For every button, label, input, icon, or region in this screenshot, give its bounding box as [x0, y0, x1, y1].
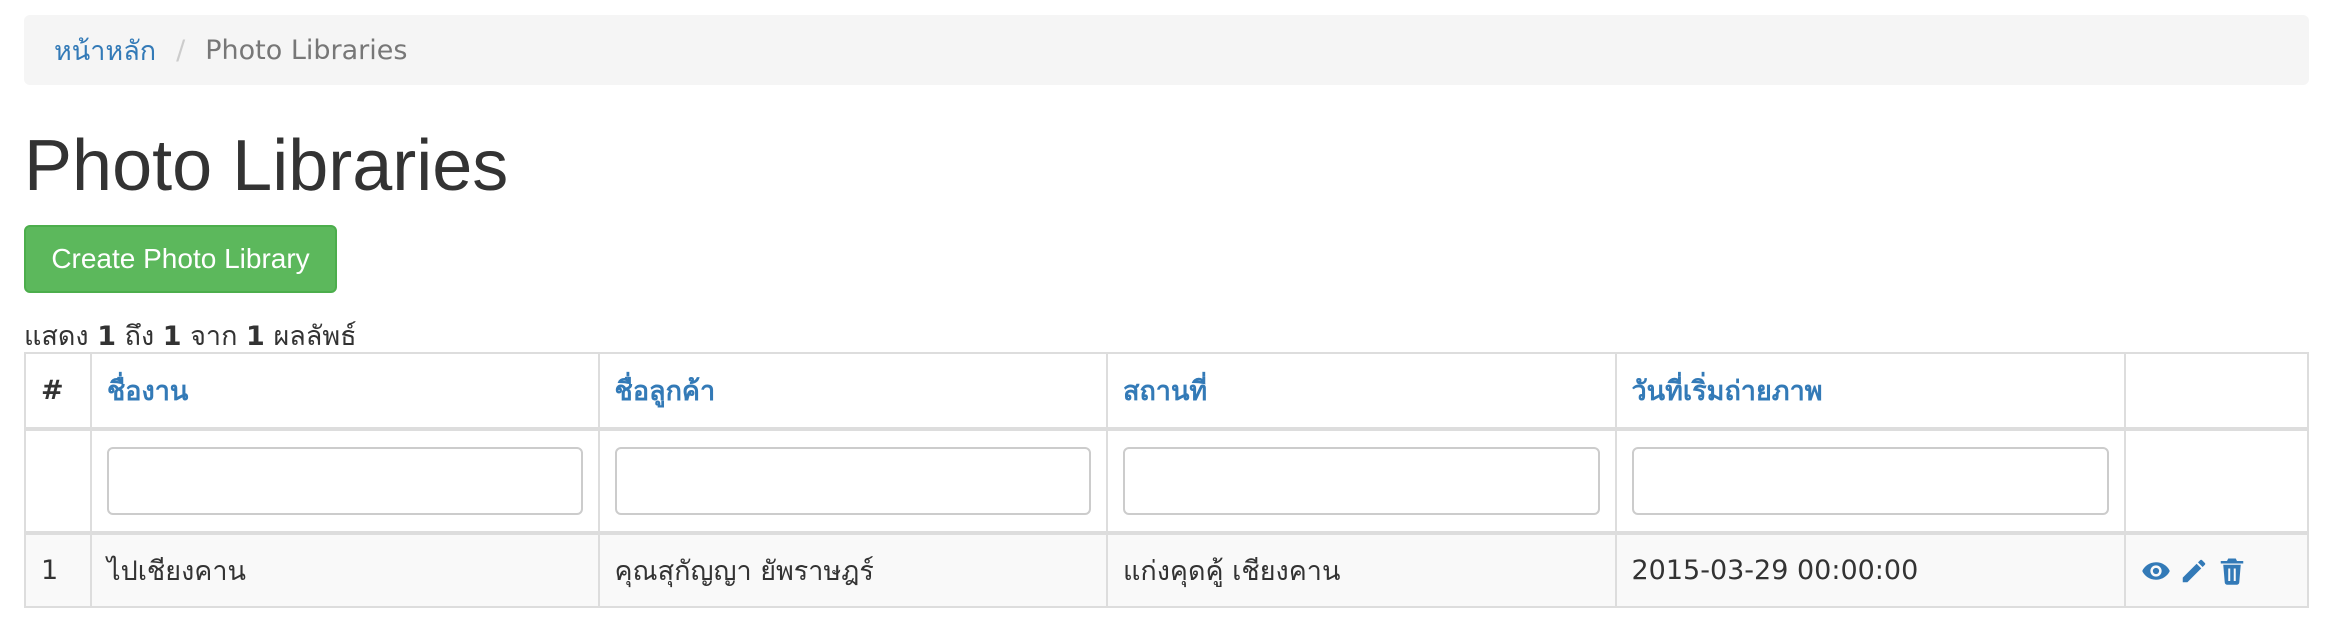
photo-libraries-table: # ชื่องาน ชื่อลูกค้า สถานที่ วันที่เริ่ม…: [24, 352, 2309, 608]
breadcrumb-current: Photo Libraries: [205, 34, 408, 66]
filter-cell-job-name: [89, 428, 600, 534]
filter-job-name-input[interactable]: [106, 447, 583, 515]
breadcrumb: หน้าหลัก / Photo Libraries: [24, 15, 2309, 85]
sort-job-name-link[interactable]: ชื่องาน: [107, 376, 188, 407]
trash-icon[interactable]: [2217, 556, 2247, 586]
cell-job-name: ไปเชียงคาน: [89, 531, 600, 608]
header-location: สถานที่: [1105, 352, 1617, 431]
eye-icon[interactable]: [2141, 556, 2171, 586]
row-actions: [2141, 556, 2292, 586]
header-num: #: [24, 352, 92, 431]
sort-location-link[interactable]: สถานที่: [1123, 376, 1207, 407]
summary-of-word: จาก: [190, 321, 238, 352]
header-customer-name: ชื่อลูกค้า: [597, 352, 1108, 431]
cell-customer-name: คุณสุกัญญา ยัพราษฎร์: [597, 531, 1108, 608]
cell-start-date: 2015-03-29 00:00:00: [1614, 531, 2127, 608]
summary-from: 1: [97, 321, 116, 352]
header-start-date: วันที่เริ่มถ่ายภาพ: [1614, 352, 2127, 431]
sort-customer-name-link[interactable]: ชื่อลูกค้า: [615, 376, 716, 407]
filter-start-date-input[interactable]: [1631, 447, 2110, 515]
summary-suffix: ผลลัพธ์: [273, 321, 357, 352]
pencil-icon[interactable]: [2179, 556, 2209, 586]
summary-prefix: แสดง: [24, 321, 89, 352]
page-title: Photo Libraries: [24, 126, 509, 206]
filter-cell-location: [1105, 428, 1617, 534]
filter-row: [24, 428, 2309, 534]
filter-cell-customer-name: [597, 428, 1108, 534]
breadcrumb-home-link[interactable]: หน้าหลัก: [54, 29, 156, 72]
summary-to: 1: [162, 321, 182, 352]
cell-num: 1: [24, 531, 92, 608]
filter-cell-num: [24, 428, 92, 534]
filter-cell-start-date: [1614, 428, 2127, 534]
header-actions: [2124, 352, 2309, 431]
table-header-row: # ชื่องาน ชื่อลูกค้า สถานที่ วันที่เริ่ม…: [24, 352, 2309, 431]
results-summary: แสดง 1 ถึง 1 จาก 1 ผลลัพธ์: [24, 314, 357, 357]
cell-location: แก่งคุดคู้ เชียงคาน: [1105, 531, 1617, 608]
filter-cell-actions: [2124, 428, 2309, 534]
summary-total: 1: [246, 321, 265, 352]
sort-start-date-link[interactable]: วันที่เริ่มถ่ายภาพ: [1632, 376, 1823, 407]
breadcrumb-separator: /: [176, 34, 186, 66]
summary-to-word: ถึง: [124, 321, 155, 352]
filter-customer-name-input[interactable]: [614, 447, 1091, 515]
table-row: 1 ไปเชียงคาน คุณสุกัญญา ยัพราษฎร์ แก่งคุ…: [24, 531, 2309, 608]
create-photo-library-button[interactable]: Create Photo Library: [24, 225, 337, 293]
filter-location-input[interactable]: [1122, 447, 1600, 515]
cell-actions: [2124, 531, 2309, 608]
header-job-name: ชื่องาน: [89, 352, 600, 431]
